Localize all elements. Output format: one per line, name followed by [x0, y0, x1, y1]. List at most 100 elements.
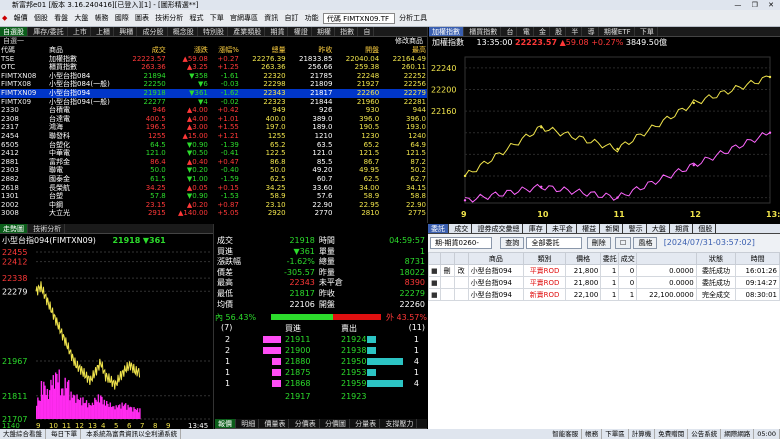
tab-alerts[interactable]: 警示 [626, 224, 647, 233]
tab-preferred[interactable]: 特別股 [200, 27, 228, 36]
order-action1[interactable] [439, 276, 455, 289]
tab-index[interactable]: 指數 [337, 27, 359, 36]
menu-tech[interactable]: 技術分析 [153, 10, 185, 26]
tab-technical[interactable]: 技術分析 [30, 224, 66, 233]
quote-row[interactable]: 2882 國泰金 61.5 ▼1.00 -1.59 62.5 60.7 62.5 62.7 [0, 175, 427, 184]
order-select-checkbox[interactable]: ■ [428, 288, 441, 301]
window-controls[interactable]: — ❐ ✕ [734, 0, 778, 10]
tab-watchlist[interactable]: 自選股 [0, 27, 28, 36]
book-row[interactable]: 2 21900 21938 1 [215, 345, 427, 356]
order-row[interactable]: ■ 刪改小型台指094 平賣ROD 21,800 1 0 0.0000 委託成功 16:01:2… [428, 264, 780, 277]
tab-orders[interactable]: 委託 [428, 224, 449, 233]
col-high[interactable]: 最高 [380, 46, 427, 55]
delete-button[interactable]: 刪除 [586, 237, 611, 249]
col-product[interactable]: 商品 [467, 252, 525, 265]
menu-official[interactable]: 官網專區 [228, 10, 260, 26]
tab-custom[interactable]: 自 [360, 27, 375, 36]
index-line-chart[interactable]: 22240 22200 22160 9 10 11 12 13:30 [429, 49, 780, 221]
col-price[interactable]: 價格 [564, 252, 602, 265]
col-qty[interactable]: 委託 [600, 252, 620, 265]
quote-row[interactable]: FIMTX08 小型台指084(一般) 22250 ▼6 -0.03 22298 21809… [0, 80, 427, 89]
menu-account[interactable]: 帳務 [93, 10, 111, 26]
status-order[interactable]: 每日下單 [48, 429, 82, 439]
quote-row[interactable]: OTC 櫃買指數 263.36 ▲3.25 +1.25 263.36 256.66 259.3… [0, 63, 427, 72]
quote-row[interactable]: 3008 大立光 2915 ▲140.00 +5.05 2920 2770 2810 2775 [0, 209, 427, 218]
menu-quote[interactable]: 報價 [12, 10, 30, 26]
col-name[interactable]: 商品 [48, 46, 120, 55]
order-action2[interactable] [453, 288, 469, 301]
style-checkbox[interactable]: ☐ [614, 237, 632, 249]
book-row[interactable]: 1 21875 21953 1 [215, 367, 427, 378]
quote-row[interactable]: FIMTX09 小型台指094(一般) 22277 ▼4 -0.02 22323 21844… [0, 98, 427, 107]
status-right-item[interactable]: 下單區 [602, 429, 629, 439]
menu-function[interactable]: 功能 [303, 10, 321, 26]
status-right-item[interactable]: 網際網路 [721, 429, 755, 439]
book-row[interactable]: 1 21880 21950 4 [215, 356, 427, 367]
menu-order[interactable]: 下單 [208, 10, 226, 26]
code-input[interactable]: 代碼 FIMTXN09.TF [322, 12, 395, 24]
tab-fill-summary[interactable]: 證券成交彙總 [474, 224, 524, 233]
col-filled[interactable]: 成交 [618, 252, 638, 265]
style-button[interactable]: 風格 [633, 237, 658, 249]
tab-listed[interactable]: 上市 [70, 27, 91, 36]
quote-row[interactable]: 2330 台積電 946 ▲4.00 +0.42 949 926 930 944 [0, 106, 427, 115]
menu-market[interactable]: 大盤 [72, 10, 90, 26]
order-action1[interactable] [439, 288, 455, 301]
quote-row[interactable]: 2002 中鋼 23.15 ▲0.20 +0.87 23.10 22.90 22.95 22.9… [0, 201, 427, 210]
edit-products-link[interactable]: 修改商品 [395, 37, 423, 46]
group-label[interactable]: 自選一 [0, 37, 24, 45]
tab-price-dist[interactable]: 分價表 [292, 419, 320, 428]
order-select-checkbox[interactable]: ■ [428, 264, 441, 277]
tab-stocks[interactable]: 個股 [695, 224, 717, 233]
menu-intl[interactable]: 國際 [113, 10, 131, 26]
tab-emerging[interactable]: 興櫃 [116, 27, 138, 36]
tab-otc[interactable]: 上櫃 [93, 27, 115, 36]
order-row[interactable]: ■ 小型台指094 平賣ROD 21,800 1 0 0.0000 委託成功 09:14:27 [428, 276, 780, 289]
status-right-item[interactable]: 免費贈閱 [655, 429, 689, 439]
quote-row[interactable]: 2303 聯電 50.0 ▼0.20 -0.40 50.0 49.20 49.95 50.2 [0, 166, 427, 175]
quote-row[interactable]: 2412 中華電 121.0 ▼0.50 -0.41 122.5 121.0 121.5 121… [0, 149, 427, 158]
order-action1[interactable]: 刪 [439, 264, 455, 277]
tab-concept[interactable]: 概念股 [170, 27, 198, 36]
tab-elec[interactable]: 電 [520, 27, 534, 36]
quote-row[interactable]: 2454 聯發科 1255 ▲15.00 +1.21 1255 1210 1230 1240 [0, 132, 427, 141]
book-row[interactable]: 1 21868 21959 4 [215, 378, 427, 389]
status-right-item[interactable]: 計算機 [629, 429, 656, 439]
status-right-item[interactable]: 帳務 [582, 429, 603, 439]
tab-price-volume[interactable]: 價量表 [261, 419, 290, 428]
col-change[interactable]: 漲跌 [167, 46, 209, 55]
status-right-item[interactable]: 智能客服 [549, 429, 583, 439]
tab-market[interactable]: 大盤 [649, 224, 670, 233]
quote-row[interactable]: 1301 台塑 57.8 ▼0.90 -1.53 58.9 57.6 58.9 58.8 [0, 192, 427, 201]
tab-warrants[interactable]: 權證 [291, 27, 312, 36]
tab-volume-dist[interactable]: 分量表 [352, 419, 381, 428]
col-prevclose[interactable]: 昨收 [287, 46, 334, 55]
tab-price-dist-chart[interactable]: 分價圖 [322, 419, 350, 428]
filter-select[interactable]: 全部委託 [526, 237, 583, 249]
tab-taiex[interactable]: 加權指數 [429, 27, 464, 36]
col-code[interactable]: 代碼 [0, 46, 48, 55]
tab-holdings[interactable]: 庫存 [526, 224, 547, 233]
tab-futures[interactable]: 期貨 [267, 27, 289, 36]
tab-etf[interactable]: 期權ETF [601, 27, 635, 36]
menu-chart[interactable]: 圖表 [133, 10, 151, 26]
quote-row[interactable]: 2317 鴻海 196.5 ▲3.00 +1.55 197.0 189.0 190.5 193.… [0, 123, 427, 132]
status-market[interactable]: 大盤綜合看盤 [0, 429, 46, 439]
col-select[interactable] [428, 252, 441, 265]
status-right-item[interactable]: 05:00 [754, 429, 780, 439]
status-right-item[interactable]: 公告系統 [688, 429, 722, 439]
analysis-tool-button[interactable]: 分析工具 [397, 10, 429, 26]
tab-trend[interactable]: 走勢圖 [0, 224, 28, 233]
menu-info[interactable]: 資訊 [262, 10, 280, 26]
tab-quote-detail[interactable]: 報價 [215, 419, 236, 428]
quote-row[interactable]: FIMTXN08 小型台指084 21894 ▼358 -1.61 22320 21785 2… [0, 72, 427, 81]
tab-ticks[interactable]: 明細 [238, 419, 260, 428]
tab-otc-index[interactable]: 櫃買指數 [466, 27, 502, 36]
menu-stock[interactable]: 個股 [32, 10, 50, 26]
tab-options[interactable]: 期權 [314, 27, 335, 36]
tab-futures-orders[interactable]: 期貨 [672, 224, 694, 233]
tab-stock[interactable]: 股 [552, 27, 567, 36]
quote-row[interactable]: 2618 長榮航 34.25 ▲0.05 +0.15 34.25 33.60 34.00 34.… [0, 184, 427, 193]
book-row[interactable]: 2 21911 21924 1 [215, 334, 427, 345]
quote-row[interactable]: 2881 富邦金 86.4 ▲0.40 +0.47 86.8 85.5 86.7 87.2 [0, 158, 427, 167]
